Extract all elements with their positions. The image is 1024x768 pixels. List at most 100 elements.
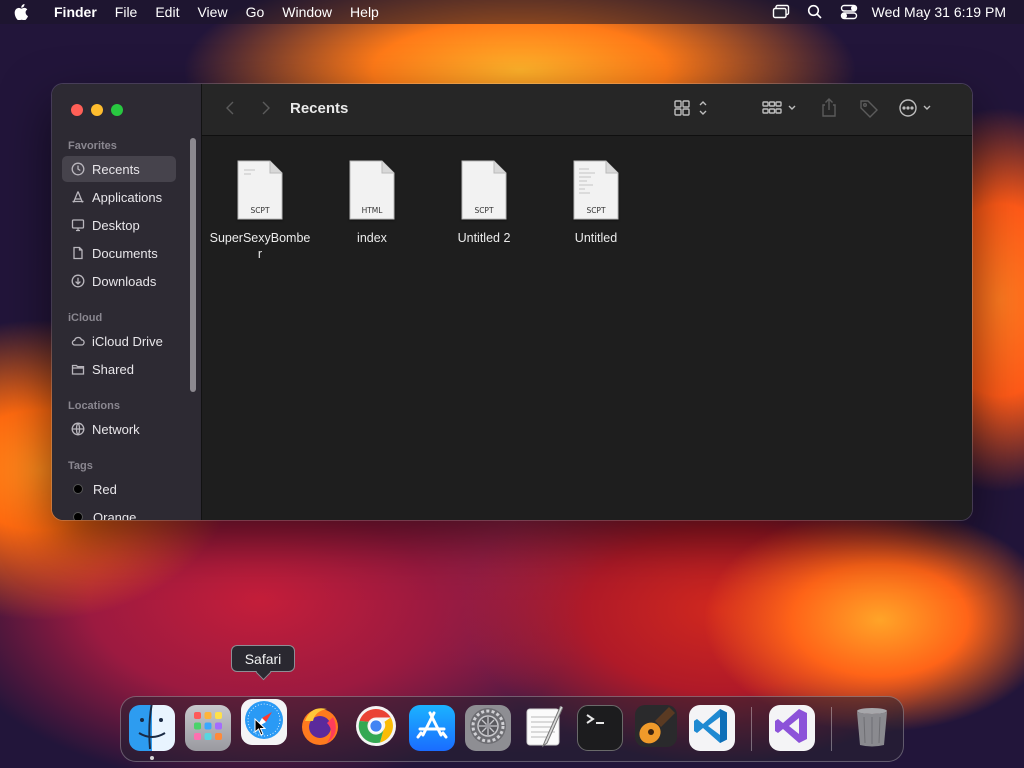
- dock-launchpad[interactable]: [185, 705, 231, 751]
- dock-app-store[interactable]: [409, 705, 455, 751]
- sidebar-section-favorites: Favorites: [68, 140, 117, 152]
- screen-mirroring-icon[interactable]: [764, 0, 798, 24]
- file-name: SuperSexyBomber: [209, 231, 311, 261]
- menu-help[interactable]: Help: [350, 4, 379, 20]
- tag-icon: [859, 98, 879, 123]
- icon-grid-icon: [672, 99, 712, 122]
- file-extension-label: SCPT: [250, 206, 270, 215]
- sidebar-item-shared[interactable]: Shared: [62, 356, 176, 382]
- sidebar-item-network[interactable]: Network: [62, 416, 176, 442]
- tag-button[interactable]: [858, 98, 880, 122]
- file-item[interactable]: SCPT Untitled 2: [428, 160, 540, 246]
- dock-terminal[interactable]: [577, 705, 623, 751]
- sidebar-item-recents[interactable]: Recents: [62, 156, 176, 182]
- globe-icon: [70, 421, 86, 437]
- finder-icon: [129, 705, 175, 751]
- textedit-icon: [521, 705, 567, 751]
- script-file-icon: SCPT: [237, 160, 283, 220]
- sidebar-tag-red[interactable]: Red: [62, 476, 176, 502]
- dock-textedit[interactable]: [521, 705, 567, 751]
- guitar-icon: [633, 705, 679, 751]
- dock-system-settings[interactable]: [465, 705, 511, 751]
- minimize-window-button[interactable]: [91, 104, 103, 116]
- desktop-icon: [70, 217, 86, 233]
- sidebar-item-label: Downloads: [92, 273, 157, 289]
- sidebar-item-icloud-drive[interactable]: iCloud Drive: [62, 328, 176, 354]
- script-file-icon: SCPT: [573, 160, 619, 220]
- chrome-icon: [353, 705, 399, 751]
- html-file-icon: HTML: [349, 160, 395, 220]
- sidebar-item-label: Applications: [92, 189, 163, 205]
- dock-vscode[interactable]: [689, 705, 735, 751]
- menu-file[interactable]: File: [115, 4, 138, 20]
- menu-bar: Finder File Edit View Go Window Help Wed…: [0, 0, 1024, 24]
- dock-garageband[interactable]: [633, 705, 679, 751]
- menu-app-finder[interactable]: Finder: [54, 4, 97, 20]
- sidebar-item-label: Red: [93, 481, 117, 497]
- running-indicator: [150, 756, 154, 760]
- file-name: Untitled: [574, 231, 618, 245]
- trash-icon: [849, 705, 895, 751]
- finder-window: Favorites Recents Applications Desktop D…: [52, 84, 972, 520]
- menu-view[interactable]: View: [197, 4, 227, 20]
- sidebar-item-desktop[interactable]: Desktop: [62, 212, 176, 238]
- file-extension-label: SCPT: [586, 206, 606, 215]
- sidebar-item-applications[interactable]: Applications: [62, 184, 176, 210]
- sidebar-item-label: Documents: [92, 245, 158, 261]
- sidebar-scrollbar[interactable]: [190, 138, 196, 392]
- dock-visual-studio[interactable]: [769, 705, 815, 751]
- sidebar-section-icloud: iCloud: [68, 312, 103, 324]
- forward-button[interactable]: [256, 98, 276, 122]
- window-title: Recents: [290, 100, 349, 117]
- chevron-left-icon: [225, 100, 235, 121]
- menu-bar-clock[interactable]: Wed May 31 6:19 PM: [872, 4, 1006, 20]
- sidebar-item-documents[interactable]: Documents: [62, 240, 176, 266]
- menu-go[interactable]: Go: [246, 4, 265, 20]
- view-mode-button[interactable]: [672, 98, 712, 122]
- file-item[interactable]: HTML index: [316, 160, 428, 246]
- menu-edit[interactable]: Edit: [155, 4, 179, 20]
- cloud-icon: [70, 333, 86, 349]
- clock-icon: [70, 161, 86, 177]
- action-menu-button[interactable]: [896, 98, 936, 122]
- more-icon: [896, 98, 936, 123]
- sidebar-section-tags: Tags: [68, 460, 93, 472]
- file-item[interactable]: SCPT Untitled: [540, 160, 652, 246]
- applications-icon: [70, 189, 86, 205]
- terminal-icon: [578, 706, 622, 750]
- back-button[interactable]: [220, 98, 240, 122]
- control-center-icon[interactable]: [832, 0, 866, 24]
- search-icon[interactable]: [798, 0, 832, 24]
- download-icon: [70, 273, 86, 289]
- file-extension-label: SCPT: [474, 206, 494, 215]
- window-controls: [71, 104, 123, 116]
- sidebar-item-label: Recents: [92, 161, 140, 177]
- apple-menu-icon[interactable]: [14, 4, 40, 20]
- firefox-icon: [297, 705, 343, 751]
- group-grid-icon: [760, 99, 800, 122]
- sidebar-item-downloads[interactable]: Downloads: [62, 268, 176, 294]
- close-window-button[interactable]: [71, 104, 83, 116]
- dock-firefox[interactable]: [297, 705, 343, 751]
- menu-window[interactable]: Window: [282, 4, 332, 20]
- sidebar-tag-orange[interactable]: Orange: [62, 504, 176, 520]
- share-icon: [820, 97, 838, 123]
- dock-trash[interactable]: [849, 705, 895, 751]
- file-item[interactable]: SCPT SuperSexyBomber: [204, 160, 316, 262]
- zoom-window-button[interactable]: [111, 104, 123, 116]
- dock-separator: [751, 707, 752, 751]
- sidebar-section-locations: Locations: [68, 400, 120, 412]
- file-extension-label: HTML: [361, 206, 383, 215]
- app-store-icon: [409, 705, 455, 751]
- chevron-right-icon: [261, 100, 271, 121]
- sidebar-item-label: iCloud Drive: [92, 333, 163, 349]
- dock-finder[interactable]: [129, 705, 175, 751]
- dock-chrome[interactable]: [353, 705, 399, 751]
- file-name: Untitled 2: [457, 231, 511, 245]
- gear-icon: [465, 705, 511, 751]
- group-by-button[interactable]: [760, 98, 800, 122]
- tag-dot-icon: [73, 512, 83, 520]
- share-button[interactable]: [818, 97, 840, 123]
- dock-tooltip: Safari: [231, 645, 295, 672]
- shared-folder-icon: [70, 361, 86, 377]
